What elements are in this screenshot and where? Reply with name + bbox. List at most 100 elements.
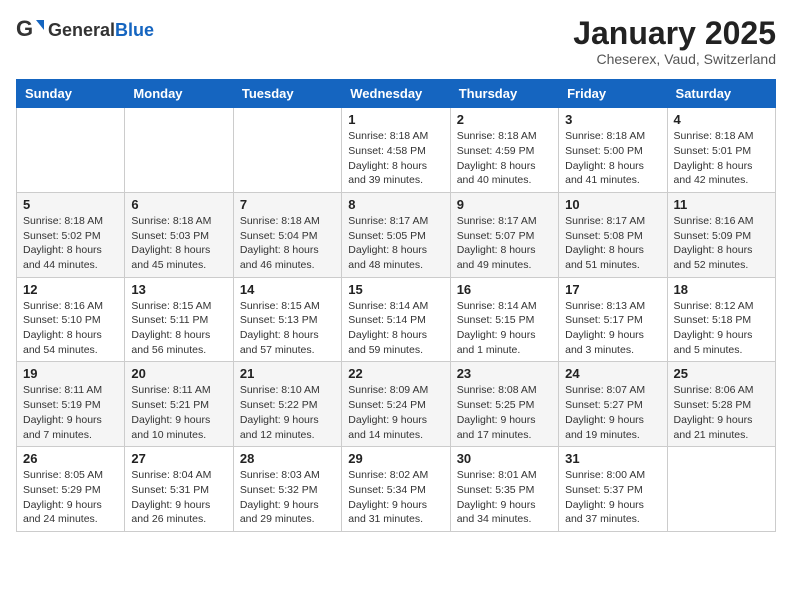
day-number: 21: [240, 366, 335, 381]
day-number: 2: [457, 112, 552, 127]
calendar-cell: 14 Sunrise: 8:15 AM Sunset: 5:13 PM Dayli…: [233, 277, 341, 362]
day-info: Sunrise: 8:15 AM Sunset: 5:11 PM Dayligh…: [131, 299, 226, 358]
day-info: Sunrise: 8:09 AM Sunset: 5:24 PM Dayligh…: [348, 383, 443, 442]
calendar-cell: 16Sunrise: 8:14 AM Sunset: 5:15 PM Dayli…: [450, 277, 558, 362]
calendar-cell: 26 Sunrise: 8:05 AM Sunset: 5:29 PM Dayli…: [17, 447, 125, 532]
day-number: 20: [131, 366, 226, 381]
calendar-cell: [233, 108, 341, 193]
calendar-week-row: 5 Sunrise: 8:18 AM Sunset: 5:02 PM Daylig…: [17, 192, 776, 277]
calendar-cell: [125, 108, 233, 193]
calendar-cell: 13 Sunrise: 8:15 AM Sunset: 5:11 PM Dayli…: [125, 277, 233, 362]
day-number: 7: [240, 197, 335, 212]
day-number: 27: [131, 451, 226, 466]
calendar-cell: 12 Sunrise: 8:16 AM Sunset: 5:10 PM Dayli…: [17, 277, 125, 362]
day-info: Sunrise: 8:17 AM Sunset: 5:08 PM Dayligh…: [565, 214, 660, 273]
calendar-cell: 22 Sunrise: 8:09 AM Sunset: 5:24 PM Dayli…: [342, 362, 450, 447]
calendar-cell: 27 Sunrise: 8:04 AM Sunset: 5:31 PM Dayli…: [125, 447, 233, 532]
calendar-week-row: 19 Sunrise: 8:11 AM Sunset: 5:19 PM Dayli…: [17, 362, 776, 447]
day-number: 9: [457, 197, 552, 212]
day-number: 11: [674, 197, 769, 212]
logo-blue-text: Blue: [115, 20, 154, 40]
title-block: January 2025 Cheserex, Vaud, Switzerland: [573, 16, 776, 67]
day-number: 4: [674, 112, 769, 127]
calendar-week-row: 26 Sunrise: 8:05 AM Sunset: 5:29 PM Dayli…: [17, 447, 776, 532]
day-number: 6: [131, 197, 226, 212]
calendar-cell: [17, 108, 125, 193]
logo-icon: G: [16, 16, 44, 44]
day-number: 28: [240, 451, 335, 466]
calendar-header-row: SundayMondayTuesdayWednesdayThursdayFrid…: [17, 80, 776, 108]
day-info: Sunrise: 8:14 AM Sunset: 5:15 PM Dayligh…: [457, 299, 552, 358]
day-info: Sunrise: 8:05 AM Sunset: 5:29 PM Dayligh…: [23, 468, 118, 527]
day-info: Sunrise: 8:02 AM Sunset: 5:34 PM Dayligh…: [348, 468, 443, 527]
day-number: 31: [565, 451, 660, 466]
calendar-cell: 24Sunrise: 8:07 AM Sunset: 5:27 PM Dayli…: [559, 362, 667, 447]
day-number: 5: [23, 197, 118, 212]
day-info: Sunrise: 8:16 AM Sunset: 5:09 PM Dayligh…: [674, 214, 769, 273]
calendar-cell: 25Sunrise: 8:06 AM Sunset: 5:28 PM Dayli…: [667, 362, 775, 447]
calendar-week-row: 12 Sunrise: 8:16 AM Sunset: 5:10 PM Dayli…: [17, 277, 776, 362]
day-number: 19: [23, 366, 118, 381]
page-header: G GeneralBlue January 2025 Cheserex, Vau…: [16, 16, 776, 67]
day-info: Sunrise: 8:18 AM Sunset: 5:03 PM Dayligh…: [131, 214, 226, 273]
calendar-table: SundayMondayTuesdayWednesdayThursdayFrid…: [16, 79, 776, 532]
day-number: 22: [348, 366, 443, 381]
calendar-cell: 1 Sunrise: 8:18 AM Sunset: 4:58 PM Daylig…: [342, 108, 450, 193]
day-of-week-header: Saturday: [667, 80, 775, 108]
day-info: Sunrise: 8:07 AM Sunset: 5:27 PM Dayligh…: [565, 383, 660, 442]
day-info: Sunrise: 8:17 AM Sunset: 5:05 PM Dayligh…: [348, 214, 443, 273]
day-of-week-header: Thursday: [450, 80, 558, 108]
calendar-cell: 15 Sunrise: 8:14 AM Sunset: 5:14 PM Dayli…: [342, 277, 450, 362]
day-number: 30: [457, 451, 552, 466]
calendar-cell: 2Sunrise: 8:18 AM Sunset: 4:59 PM Daylig…: [450, 108, 558, 193]
day-of-week-header: Sunday: [17, 80, 125, 108]
calendar-cell: 23Sunrise: 8:08 AM Sunset: 5:25 PM Dayli…: [450, 362, 558, 447]
day-info: Sunrise: 8:18 AM Sunset: 5:02 PM Dayligh…: [23, 214, 118, 273]
calendar-cell: 4 Sunrise: 8:18 AM Sunset: 5:01 PM Daylig…: [667, 108, 775, 193]
day-info: Sunrise: 8:10 AM Sunset: 5:22 PM Dayligh…: [240, 383, 335, 442]
day-of-week-header: Wednesday: [342, 80, 450, 108]
day-number: 12: [23, 282, 118, 297]
day-info: Sunrise: 8:18 AM Sunset: 5:01 PM Dayligh…: [674, 129, 769, 188]
day-of-week-header: Monday: [125, 80, 233, 108]
day-info: Sunrise: 8:14 AM Sunset: 5:14 PM Dayligh…: [348, 299, 443, 358]
location-subtitle: Cheserex, Vaud, Switzerland: [573, 51, 776, 67]
day-number: 14: [240, 282, 335, 297]
calendar-cell: 20Sunrise: 8:11 AM Sunset: 5:21 PM Dayli…: [125, 362, 233, 447]
day-info: Sunrise: 8:06 AM Sunset: 5:28 PM Dayligh…: [674, 383, 769, 442]
day-info: Sunrise: 8:04 AM Sunset: 5:31 PM Dayligh…: [131, 468, 226, 527]
calendar-cell: 3 Sunrise: 8:18 AM Sunset: 5:00 PM Daylig…: [559, 108, 667, 193]
calendar-cell: 28 Sunrise: 8:03 AM Sunset: 5:32 PM Dayli…: [233, 447, 341, 532]
day-info: Sunrise: 8:15 AM Sunset: 5:13 PM Dayligh…: [240, 299, 335, 358]
day-number: 29: [348, 451, 443, 466]
day-number: 3: [565, 112, 660, 127]
day-number: 17: [565, 282, 660, 297]
day-number: 8: [348, 197, 443, 212]
day-info: Sunrise: 8:01 AM Sunset: 5:35 PM Dayligh…: [457, 468, 552, 527]
calendar-cell: 29 Sunrise: 8:02 AM Sunset: 5:34 PM Dayli…: [342, 447, 450, 532]
calendar-cell: 9Sunrise: 8:17 AM Sunset: 5:07 PM Daylig…: [450, 192, 558, 277]
day-number: 15: [348, 282, 443, 297]
day-info: Sunrise: 8:18 AM Sunset: 4:58 PM Dayligh…: [348, 129, 443, 188]
calendar-cell: 18Sunrise: 8:12 AM Sunset: 5:18 PM Dayli…: [667, 277, 775, 362]
day-info: Sunrise: 8:11 AM Sunset: 5:19 PM Dayligh…: [23, 383, 118, 442]
day-number: 13: [131, 282, 226, 297]
calendar-week-row: 1 Sunrise: 8:18 AM Sunset: 4:58 PM Daylig…: [17, 108, 776, 193]
calendar-cell: 30 Sunrise: 8:01 AM Sunset: 5:35 PM Dayli…: [450, 447, 558, 532]
calendar-cell: [667, 447, 775, 532]
day-info: Sunrise: 8:16 AM Sunset: 5:10 PM Dayligh…: [23, 299, 118, 358]
svg-text:G: G: [16, 16, 33, 41]
calendar-cell: 17Sunrise: 8:13 AM Sunset: 5:17 PM Dayli…: [559, 277, 667, 362]
day-info: Sunrise: 8:08 AM Sunset: 5:25 PM Dayligh…: [457, 383, 552, 442]
day-info: Sunrise: 8:00 AM Sunset: 5:37 PM Dayligh…: [565, 468, 660, 527]
day-info: Sunrise: 8:18 AM Sunset: 5:00 PM Dayligh…: [565, 129, 660, 188]
calendar-cell: 10 Sunrise: 8:17 AM Sunset: 5:08 PM Dayli…: [559, 192, 667, 277]
calendar-cell: 31 Sunrise: 8:00 AM Sunset: 5:37 PM Dayli…: [559, 447, 667, 532]
day-number: 1: [348, 112, 443, 127]
day-number: 26: [23, 451, 118, 466]
day-number: 10: [565, 197, 660, 212]
day-info: Sunrise: 8:12 AM Sunset: 5:18 PM Dayligh…: [674, 299, 769, 358]
calendar-cell: 6 Sunrise: 8:18 AM Sunset: 5:03 PM Daylig…: [125, 192, 233, 277]
day-info: Sunrise: 8:03 AM Sunset: 5:32 PM Dayligh…: [240, 468, 335, 527]
calendar-cell: 8 Sunrise: 8:17 AM Sunset: 5:05 PM Daylig…: [342, 192, 450, 277]
